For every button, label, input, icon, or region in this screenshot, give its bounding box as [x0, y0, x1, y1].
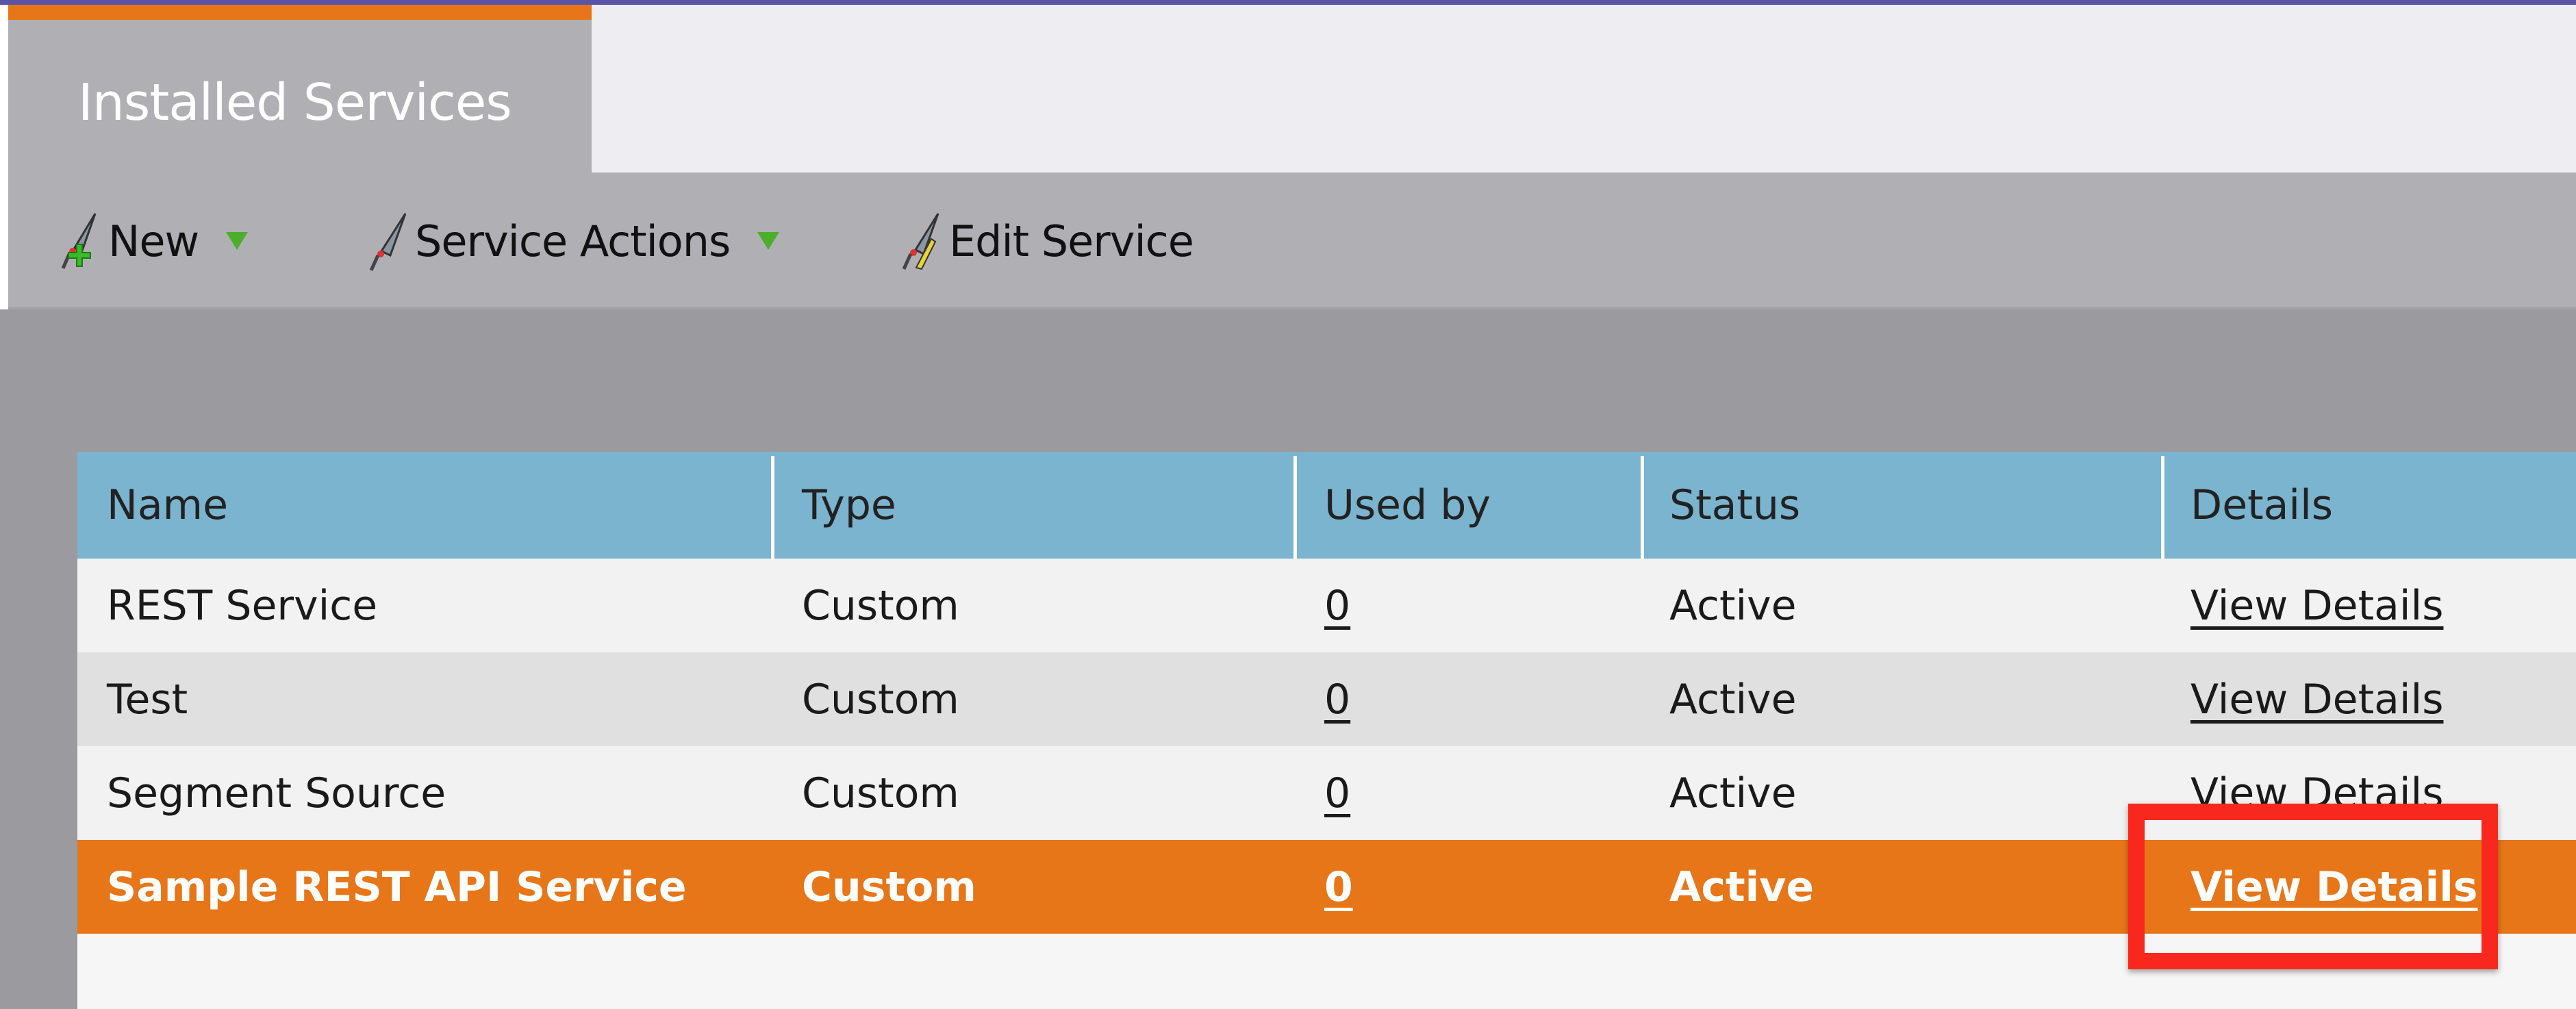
toolbar: New Service Actions Edit Service — [8, 173, 2576, 309]
used-by-link[interactable]: 0 — [1324, 840, 1353, 934]
column-header-used-by[interactable]: Used by — [1324, 452, 1491, 559]
edit-service-label: Edit Service — [949, 216, 1194, 266]
view-details-link[interactable]: View Details — [2190, 559, 2443, 652]
table-row[interactable]: REST Service Custom 0 Active View Detail… — [77, 559, 2576, 652]
column-header-name[interactable]: Name — [107, 452, 228, 559]
top-border — [0, 0, 2576, 5]
table-row-selected[interactable]: Sample REST API Service Custom 0 Active … — [77, 840, 2576, 934]
service-name: Segment Source — [107, 769, 446, 817]
view-details-link[interactable]: View Details — [2190, 652, 2443, 746]
service-status: Active — [1669, 769, 1797, 817]
used-by-link[interactable]: 0 — [1324, 746, 1350, 840]
service-name: Test — [107, 675, 188, 724]
service-type: Custom — [802, 675, 959, 724]
column-header-type[interactable]: Type — [802, 452, 896, 559]
table-header: Name Type Used by Status Details — [77, 452, 2576, 559]
service-status: Active — [1669, 863, 1815, 911]
column-divider[interactable] — [771, 456, 774, 559]
new-label: New — [108, 216, 199, 266]
service-type: Custom — [802, 581, 959, 630]
services-table: Name Type Used by Status Details REST Se… — [77, 452, 2576, 1009]
service-actions-label: Service Actions — [415, 216, 731, 266]
column-divider[interactable] — [1293, 456, 1297, 559]
service-actions-button[interactable]: Service Actions — [364, 210, 780, 272]
column-divider[interactable] — [1641, 456, 1644, 559]
rocket-icon — [369, 213, 407, 272]
service-status: Active — [1669, 581, 1797, 630]
column-divider[interactable] — [2161, 456, 2164, 559]
new-button[interactable]: New — [58, 210, 249, 272]
view-details-link[interactable]: View Details — [2190, 840, 2477, 934]
service-name: Sample REST API Service — [107, 863, 687, 911]
service-type: Custom — [802, 863, 976, 911]
used-by-link[interactable]: 0 — [1324, 559, 1350, 652]
service-status: Active — [1669, 675, 1797, 724]
chevron-down-icon[interactable] — [226, 232, 249, 250]
table-row[interactable]: Segment Source Custom 0 Active View Deta… — [77, 746, 2576, 840]
rocket-plus-icon — [61, 213, 97, 269]
tab-bar-background — [592, 5, 2576, 173]
tab-active-accent — [8, 5, 592, 20]
tab-installed-services[interactable]: Installed Services — [8, 5, 592, 173]
used-by-link[interactable]: 0 — [1324, 652, 1350, 746]
edit-service-button[interactable]: Edit Service — [898, 210, 1194, 272]
service-name: REST Service — [107, 581, 378, 630]
rocket-pencil-icon — [902, 213, 939, 270]
table-row[interactable]: Test Custom 0 Active View Details — [77, 652, 2576, 746]
left-strip — [0, 5, 8, 309]
tab-title: Installed Services — [78, 73, 512, 132]
view-details-link[interactable]: View Details — [2190, 746, 2443, 840]
column-header-details[interactable]: Details — [2190, 452, 2333, 559]
chevron-down-icon[interactable] — [757, 232, 780, 250]
service-type: Custom — [802, 769, 959, 817]
column-header-status[interactable]: Status — [1669, 452, 1800, 559]
